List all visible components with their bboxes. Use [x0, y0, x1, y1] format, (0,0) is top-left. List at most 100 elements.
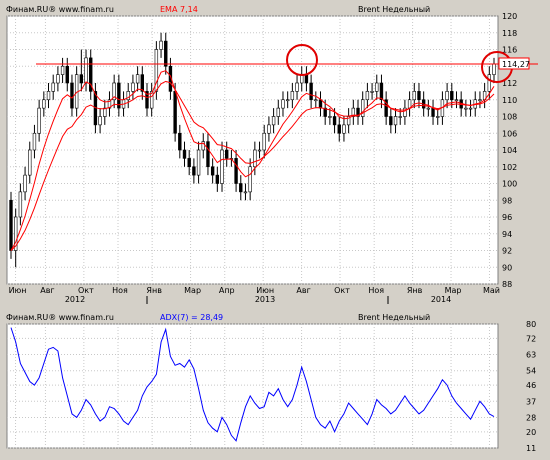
candle-body: [332, 116, 337, 126]
month-tick-label: Ноя: [112, 286, 128, 295]
candle-body: [9, 199, 13, 251]
adx-y-tick-label: 28: [526, 413, 536, 422]
current-price-label: 114,27: [502, 60, 530, 69]
chart-window: Финам.RU® www.finam.ru EMA 7,14 Brent Не…: [0, 0, 550, 460]
candle-body: [173, 91, 177, 134]
candle-body: [271, 116, 276, 126]
candle-body: [65, 65, 69, 84]
month-tick-label: Авг: [40, 286, 54, 295]
candle-body: [276, 107, 280, 117]
adx-header-left: Финам.RU® www.finam.ru: [6, 313, 114, 322]
candle-body: [56, 74, 60, 84]
candle-body: [309, 82, 313, 101]
month-tick-label: Авг: [296, 286, 310, 295]
candle-body: [393, 116, 398, 126]
candle-body: [70, 82, 74, 109]
candle-body: [262, 132, 266, 151]
candle-body: [478, 99, 482, 102]
candle-body: [295, 82, 299, 92]
price-y-tick-label: 96: [502, 213, 512, 222]
candle-body: [454, 99, 459, 102]
adx-y-tick-label: 54: [526, 367, 536, 376]
candle-body: [328, 116, 332, 118]
candle-body: [450, 91, 454, 101]
month-tick-label: Янв: [146, 286, 162, 295]
candle-body: [23, 174, 27, 193]
price-instrument-label: Brent Недельный: [358, 5, 430, 14]
candle-body: [60, 65, 65, 75]
price-indicator-label: EMA 7,14: [160, 5, 198, 14]
candle-body: [487, 74, 492, 92]
candle-body: [492, 63, 496, 75]
candle-body: [243, 191, 248, 194]
candle-body: [79, 74, 84, 84]
candle-body: [468, 107, 473, 110]
candle-body: [375, 82, 379, 92]
price-y-tick-label: 106: [502, 129, 517, 138]
candle-body: [337, 124, 341, 134]
candle-body: [51, 82, 55, 92]
candle-body: [281, 99, 285, 109]
candle-body: [464, 107, 468, 110]
current-price-tag: 114,27: [498, 57, 530, 70]
adx-y-tick-label: 63: [526, 351, 536, 360]
month-tick-label: Мар: [445, 286, 462, 295]
candle-body: [164, 40, 168, 67]
price-header-left: Финам.RU® www.finam.ru: [6, 5, 114, 14]
price-y-tick-label: 108: [502, 113, 517, 122]
candle-body: [182, 149, 187, 159]
candle-body: [215, 174, 220, 184]
month-tick-label: Мар: [184, 286, 201, 295]
adx-y-tick-label: 46: [526, 381, 536, 390]
candle-body: [365, 91, 370, 101]
candle-body: [32, 132, 37, 151]
candle-body: [42, 99, 46, 109]
candle-body: [135, 74, 140, 84]
adx-indicator-label: ADX(7) = 28,49: [160, 313, 223, 322]
candle-body: [389, 116, 393, 126]
candle-body: [379, 82, 384, 101]
month-tick-label: Ноя: [368, 286, 384, 295]
price-y-tick-label: 94: [502, 230, 512, 239]
candle-body: [257, 149, 262, 152]
candle-body: [220, 149, 224, 184]
candle-body: [431, 107, 435, 117]
candle-body: [436, 116, 440, 118]
candle-body: [342, 124, 346, 134]
adx-y-tick-label: 11: [526, 444, 536, 453]
candle-body: [267, 124, 271, 134]
candle-body: [192, 166, 196, 176]
month-tick-label: Окт: [78, 286, 94, 295]
candle-body: [210, 166, 215, 176]
candle-body: [103, 107, 107, 117]
candle-body: [304, 74, 309, 84]
candle-body: [370, 91, 374, 93]
candle-body: [417, 91, 421, 101]
candle-body: [314, 99, 318, 102]
candle-body: [37, 107, 41, 134]
candle-body: [253, 149, 257, 168]
candle-body: [398, 116, 402, 118]
candle-body: [46, 91, 51, 101]
adx-plot-area: [6, 323, 499, 449]
candle-body: [28, 149, 32, 176]
year-tick-label: 2014: [431, 295, 451, 304]
price-y-tick-label: 100: [502, 180, 517, 189]
price-y-tick-label: 110: [502, 96, 517, 105]
adx-y-tick-label: 20: [526, 428, 536, 437]
adx-instrument-label: Brent Недельный: [358, 313, 430, 322]
month-tick-label: Янв: [407, 286, 423, 295]
price-y-tick-label: 102: [502, 163, 517, 172]
price-y-tick-label: 90: [502, 263, 512, 272]
year-tick-label: 2013: [255, 295, 275, 304]
adx-y-tick-label: 80: [526, 320, 536, 329]
candle-body: [285, 99, 290, 102]
candle-body: [239, 183, 243, 193]
candle-body: [445, 91, 449, 101]
candle-body: [318, 99, 323, 109]
price-y-tick-label: 104: [502, 146, 517, 155]
candle-body: [196, 149, 201, 176]
month-tick-label: Май: [483, 286, 500, 295]
candle-body: [140, 74, 144, 92]
price-panel: Финам.RU® www.finam.ru EMA 7,14 Brent Не…: [6, 5, 538, 304]
